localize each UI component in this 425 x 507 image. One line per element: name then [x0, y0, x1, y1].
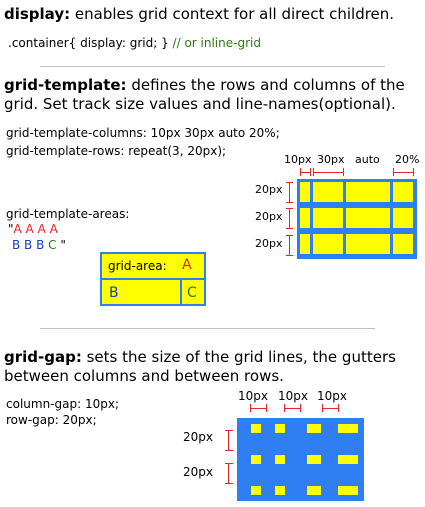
grid-area-b-box: B	[100, 278, 182, 306]
gap-grid-diagram	[237, 418, 364, 501]
gap-column-code: column-gap: 10px;	[6, 397, 119, 411]
grid-cell	[313, 234, 343, 254]
gap-heading: grid-gap: sets the size of the grid line…	[4, 349, 396, 366]
grid-cell	[300, 234, 310, 254]
display-code-text: .container{ display: grid; }	[8, 36, 169, 50]
grid-cell	[346, 182, 390, 202]
grid-cell	[338, 486, 358, 495]
gap-row-label: 20px	[183, 430, 213, 444]
grid-cell	[275, 455, 285, 464]
grid-area-c-label: C	[187, 285, 197, 301]
grid-cell	[251, 455, 261, 464]
gap-col-label: 10px	[278, 389, 308, 403]
template-col-label: 10px	[284, 153, 312, 166]
template-grid-diagram	[297, 179, 417, 259]
template-columns-code: grid-template-columns: 10px 30px auto 20…	[6, 126, 280, 140]
grid-cell	[346, 208, 390, 228]
grid-cell	[338, 455, 358, 464]
template-areas-row-1: "A A A A	[8, 222, 58, 236]
grid-cell	[307, 424, 321, 433]
template-row-label: 20px	[255, 237, 283, 250]
divider-2	[40, 328, 375, 329]
template-col-label: 20%	[395, 153, 420, 166]
template-heading: grid-template: defines the rows and colu…	[4, 77, 405, 94]
grid-cell	[346, 234, 390, 254]
display-code: .container{ display: grid; } // or inlin…	[8, 36, 261, 50]
template-description-1: defines the rows and columns of the	[126, 76, 405, 94]
grid-cell	[275, 424, 285, 433]
areas-quote-close: "	[60, 238, 66, 252]
template-areas-row-2: B B B C "	[12, 238, 66, 252]
areas-row-1-values: A A A A	[13, 222, 58, 236]
grid-cell	[307, 486, 321, 495]
template-description-2: grid. Set track size values and line-nam…	[4, 95, 396, 113]
grid-cell	[313, 182, 343, 202]
display-keyword: display:	[4, 5, 71, 23]
areas-row-2-c-value: C	[48, 238, 57, 252]
grid-cell	[393, 182, 413, 202]
gap-row-label: 20px	[183, 465, 213, 479]
grid-cell	[313, 208, 343, 228]
grid-cell	[300, 208, 310, 228]
display-heading: display: enables grid context for all di…	[4, 6, 394, 23]
gap-keyword: grid-gap:	[4, 348, 82, 366]
gap-col-label: 10px	[238, 389, 268, 403]
gap-description-2: between columns and between rows.	[4, 367, 284, 385]
areas-row-2-b-values: B B B	[12, 238, 45, 252]
gap-description-1: sets the size of the grid lines, the gut…	[81, 348, 396, 366]
template-col-label: auto	[355, 153, 380, 166]
grid-cell	[393, 234, 413, 254]
grid-area-a-box: grid-area: A	[100, 252, 206, 280]
grid-area-b-label: B	[109, 285, 119, 301]
template-keyword: grid-template:	[4, 76, 127, 94]
grid-area-caption: grid-area:	[108, 259, 167, 273]
grid-area-c-box: C	[180, 278, 206, 306]
template-row-label: 20px	[255, 210, 283, 223]
template-rows-code: grid-template-rows: repeat(3, 20px);	[6, 144, 227, 158]
display-description: enables grid context for all direct chil…	[70, 5, 395, 23]
grid-cell	[338, 424, 358, 433]
grid-cell	[251, 424, 261, 433]
template-areas-label: grid-template-areas:	[6, 207, 130, 221]
grid-cell	[275, 486, 285, 495]
gap-row-code: row-gap: 20px;	[6, 413, 97, 427]
grid-cell	[300, 182, 310, 202]
grid-cell	[393, 208, 413, 228]
grid-area-a-label: A	[182, 257, 192, 273]
display-code-comment: // or inline-grid	[172, 36, 261, 50]
grid-cell	[307, 455, 321, 464]
template-row-label: 20px	[255, 183, 283, 196]
grid-cell	[251, 486, 261, 495]
gap-col-label: 10px	[317, 389, 347, 403]
template-col-label: 30px	[317, 153, 345, 166]
divider-1	[40, 66, 385, 67]
